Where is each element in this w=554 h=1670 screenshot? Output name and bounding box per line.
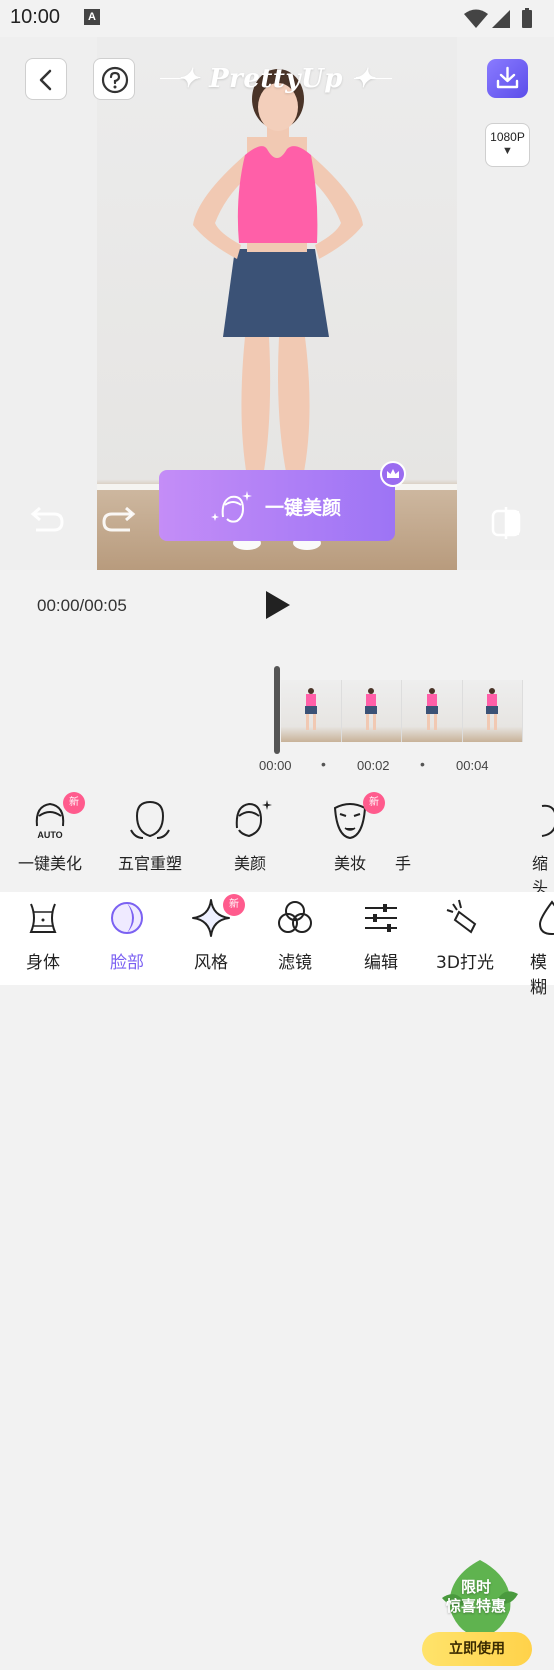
blur-icon [532, 898, 554, 938]
face-auto-icon: AUTO 新 [27, 792, 85, 842]
one-click-beauty-button[interactable]: 一键美颜 [159, 470, 395, 541]
signal-icon [492, 10, 510, 28]
tab-style[interactable]: 新 风格 [168, 894, 254, 973]
tool-label: 美颜 [233, 854, 266, 873]
tick-dot: • [420, 756, 425, 772]
tool-label: 一键美化 [17, 854, 82, 873]
tab-body[interactable]: 身体 [0, 898, 86, 973]
tab-3d-lighting[interactable]: 3D打光 [422, 898, 508, 973]
tool-label: 手 [394, 854, 411, 873]
resolution-selector[interactable]: 1080P ▼ [485, 123, 530, 167]
frame-strip[interactable] [281, 680, 523, 742]
resolution-label: 1080P [490, 130, 525, 144]
sparkle-icon: 新 [191, 894, 245, 938]
question-circle-icon [101, 66, 129, 94]
tick-label: 00:00 [259, 758, 292, 773]
sliders-icon [361, 898, 401, 938]
timeline-frame [462, 680, 523, 742]
notification-a-icon: A [84, 9, 100, 25]
redo-icon[interactable] [100, 504, 140, 538]
use-now-button[interactable]: 立即使用 [422, 1632, 532, 1666]
logo-line-right [354, 78, 392, 79]
app-logo: ✦ PrettyUp ✦ [177, 64, 375, 94]
one-click-beauty-label: 一键美颜 [265, 497, 342, 519]
tick-label: 00:02 [357, 758, 390, 773]
bottom-tab-bar: 身体 脸部 新 风格 滤镜 编辑 3D打光 模糊 [0, 892, 554, 998]
tab-label: 身体 [26, 953, 60, 973]
shrink-head-icon [522, 796, 554, 842]
tool-label: 五官重塑 [117, 854, 182, 873]
playback-bar: 00:00/00:05 [0, 570, 554, 642]
makeup-icon: 新 [327, 792, 385, 842]
battery-icon [522, 10, 532, 28]
hand-icon [380, 796, 426, 842]
tab-blur[interactable]: 模糊 [510, 898, 554, 998]
face-sparkle-icon [227, 796, 273, 842]
face-icon [107, 898, 147, 938]
tab-label: 编辑 [364, 953, 398, 973]
playhead[interactable] [274, 666, 280, 754]
download-icon [496, 66, 519, 89]
promo-line2: 惊喜特惠 [445, 1597, 506, 1615]
chevron-left-icon [39, 69, 52, 91]
timeline-frame [402, 680, 463, 742]
tab-label: 风格 [194, 953, 228, 973]
compare-icon[interactable] [490, 505, 526, 541]
timeline-frame [341, 680, 402, 742]
system-status-icons [464, 8, 532, 28]
promo-limited-offer[interactable]: 限时 惊喜特惠 立即使用 [418, 1558, 534, 1670]
wifi-icon [464, 9, 488, 28]
preview-area: ✦ PrettyUp ✦ 1080P ▼ 一键美颜 [0, 37, 554, 570]
face-sparkle-icon [211, 491, 252, 523]
tick-label: 00:04 [456, 758, 489, 773]
help-button[interactable] [93, 58, 135, 100]
tab-label: 3D打光 [436, 953, 494, 973]
timeline[interactable]: 00:00 • 00:02 • 00:04 [0, 642, 554, 782]
promo-text: 限时 惊喜特惠 [418, 1578, 534, 1616]
tool-beauty[interactable]: 美颜 [200, 796, 300, 874]
body-icon [23, 898, 63, 938]
tab-label: 模糊 [530, 953, 547, 998]
face-tools-row: AUTO 新 一键美化 五官重塑 美颜 新 美妆 手 缩头 限时 惊喜特惠 立即… [0, 782, 554, 1666]
tool-shrink-head[interactable]: 缩头 [522, 796, 554, 898]
dropdown-arrow-icon: ▼ [502, 145, 513, 157]
status-time: 10:00 [10, 6, 61, 28]
play-icon[interactable] [262, 589, 292, 621]
new-badge: 新 [63, 792, 85, 814]
new-badge: 新 [223, 894, 245, 916]
promo-line1: 限时 [460, 1578, 491, 1596]
tab-label: 滤镜 [278, 953, 312, 973]
light-icon [445, 898, 485, 938]
tab-edit[interactable]: 编辑 [338, 898, 424, 973]
svg-text:AUTO: AUTO [37, 830, 62, 840]
crown-icon [387, 469, 399, 478]
download-button[interactable] [487, 59, 528, 98]
tab-label: 脸部 [110, 953, 144, 973]
tool-hand[interactable]: 手 [372, 796, 434, 874]
tool-auto-beautify[interactable]: AUTO 新 一键美化 [0, 792, 100, 874]
tool-label: 缩头 [532, 854, 549, 897]
tab-face[interactable]: 脸部 [84, 898, 170, 973]
tab-filter[interactable]: 滤镜 [252, 898, 338, 973]
tick-dot: • [321, 756, 326, 772]
undo-icon[interactable] [26, 504, 66, 538]
timeline-frame [281, 680, 342, 742]
premium-crown-badge [380, 461, 406, 487]
back-button[interactable] [25, 58, 67, 100]
face-outline-icon [127, 796, 173, 842]
filter-icon [275, 898, 315, 938]
timecode: 00:00/00:05 [37, 596, 127, 615]
tool-feature-reshape[interactable]: 五官重塑 [100, 796, 200, 874]
status-bar: 10:00 A [0, 0, 554, 37]
